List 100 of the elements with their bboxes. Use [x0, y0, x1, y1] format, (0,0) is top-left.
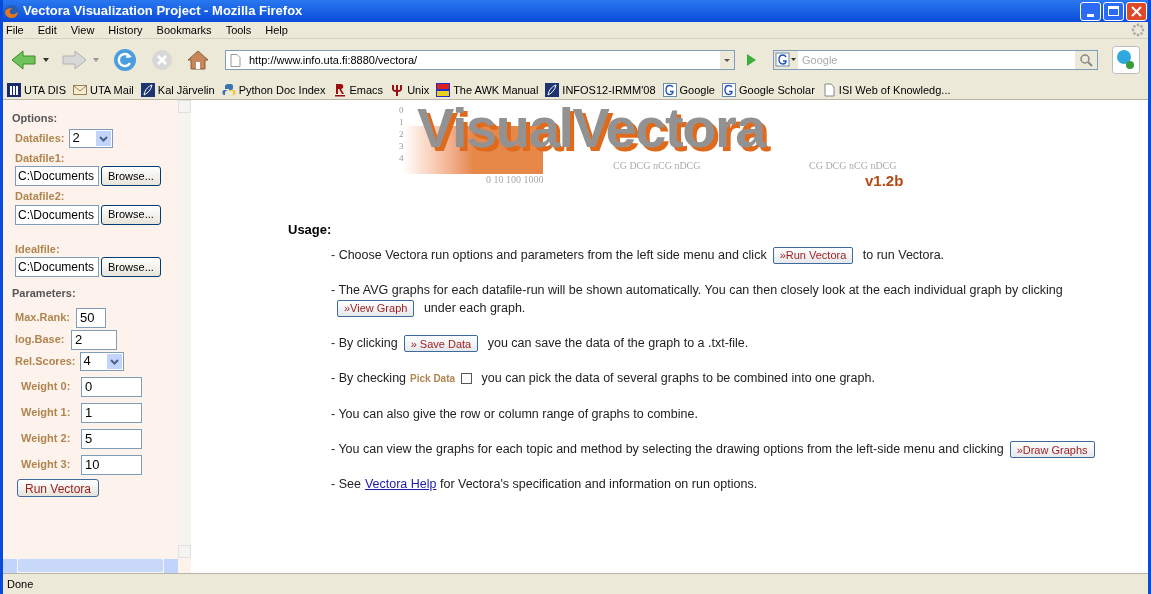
browse-button[interactable]: Browse... — [101, 257, 161, 277]
section-heading: Parameters: — [12, 286, 77, 301]
weight-field[interactable]: 5 — [81, 428, 142, 449]
menu-item[interactable]: Bookmarks — [156, 21, 212, 39]
file-path-field[interactable]: C:\Documents — [15, 257, 99, 277]
bookmark-item[interactable]: Python Doc Index — [221, 81, 326, 99]
file-path-field[interactable]: C:\Documents — [15, 166, 99, 186]
reload-icon[interactable] — [113, 48, 137, 72]
menu-item[interactable]: Tools — [225, 21, 252, 39]
usage-heading: Usage: — [288, 221, 333, 239]
bookmark-item[interactable]: ISI Web of Knowledg... — [821, 81, 951, 99]
dropdown[interactable]: 2 — [68, 128, 113, 148]
dropdown[interactable]: 4 — [79, 351, 124, 371]
instruction-text: - By clicking — [331, 335, 398, 350]
bookmark-item[interactable]: Kal Järvelin — [140, 81, 215, 99]
weight-field[interactable]: 10 — [81, 454, 142, 475]
run-button[interactable]: Run Vectora — [17, 478, 100, 497]
menu-item[interactable]: Edit — [37, 21, 57, 39]
logo-axis: 0 1 2 3 4 — [399, 104, 404, 164]
maximize-button[interactable] — [1103, 1, 1124, 21]
logo-legend: CG DCG nCG nDCG — [809, 158, 897, 173]
search-icon[interactable] — [1075, 51, 1097, 69]
leaf-icon — [545, 83, 560, 97]
field-label: log.Base: — [15, 332, 65, 348]
weight-field[interactable]: 1 — [81, 402, 142, 423]
field-label: Datafile1: — [15, 150, 66, 166]
bookmark-item[interactable]: Google — [662, 81, 715, 99]
page-button[interactable]: »Draw Graphs — [1009, 441, 1095, 459]
status-text: Done — [7, 576, 34, 592]
menu-item[interactable]: History — [108, 21, 143, 39]
instruction-text: you can save the data of the graph to a .txt-file. — [486, 335, 749, 350]
r-logo-icon — [332, 83, 347, 97]
chevron-down-icon — [106, 353, 122, 369]
horizontal-scrollbar[interactable] — [3, 558, 178, 573]
weight-field[interactable]: 0 — [81, 376, 142, 397]
pick-data-label: Pick Data — [410, 373, 456, 385]
window-title: Vectora Visualization Project - Mozilla Firefox — [23, 2, 303, 21]
instruction-text: under each graph. — [422, 300, 526, 315]
field-label: Datafile2: — [15, 189, 66, 204]
search-bar[interactable]: Google — [773, 50, 1098, 70]
checkbox[interactable] — [461, 373, 473, 385]
skype-icon[interactable] — [1112, 46, 1140, 74]
caret-icon[interactable] — [43, 58, 49, 62]
menu-item[interactable]: Help — [265, 21, 288, 39]
help-link[interactable]: Vectora Help — [364, 477, 437, 492]
field-label: Weight 2: — [21, 431, 72, 447]
instruction-text: - See — [331, 477, 361, 492]
log-base-field[interactable]: 2 — [71, 329, 117, 350]
browse-button[interactable]: Browse... — [101, 204, 161, 225]
instruction-text: - Choose Vectora run options and parameters from the left side menu and click — [331, 247, 767, 262]
page-button[interactable]: »Run Vectora — [772, 246, 854, 264]
instruction-text: for Vectora's specification and information on run options. — [438, 477, 758, 492]
logo-legend: CG DCG nCG nDCG — [613, 158, 701, 173]
field-label: Datafiles: — [15, 130, 65, 146]
field-label: Weight 1: — [21, 405, 72, 421]
page-icon — [230, 53, 241, 67]
browse-button[interactable]: Browse... — [101, 166, 161, 186]
flag-icon — [436, 83, 451, 97]
vertical-scrollbar[interactable] — [178, 100, 191, 558]
field-label: Weight 3: — [21, 457, 72, 473]
logo-version: v1.2b — [865, 171, 904, 191]
bookmark-item[interactable]: The AWK Manual — [436, 81, 539, 99]
menu-item[interactable]: View — [70, 21, 95, 39]
bookmark-item[interactable]: Unix — [390, 81, 430, 99]
instruction-text: to run Vectora. — [861, 247, 945, 262]
field-label: Weight 0: — [21, 379, 72, 395]
section-heading: Options: — [12, 111, 59, 126]
logo-word: Vectora — [572, 96, 766, 160]
home-icon[interactable] — [187, 49, 209, 71]
trident-icon — [390, 83, 405, 97]
page-button[interactable]: »View Graph — [337, 299, 415, 317]
close-icon — [1131, 5, 1142, 17]
g-logo-icon — [662, 83, 677, 97]
minimize-button[interactable] — [1080, 1, 1101, 21]
field-label: Idealfile: — [15, 241, 61, 257]
firefox-icon — [4, 3, 19, 19]
search-field[interactable]: Google — [798, 51, 1075, 69]
g-logo-icon — [722, 83, 736, 97]
max-rank-field[interactable]: 50 — [76, 307, 107, 328]
instruction-text: you can pick the data of several graphs to be combined into one graph. — [480, 371, 875, 386]
bookmark-item[interactable]: UTA Mail — [73, 81, 134, 99]
field-label: Max.Rank: — [15, 310, 71, 326]
file-path-field[interactable]: C:\Documents — [15, 204, 99, 225]
leaf-icon — [140, 83, 155, 97]
back-arrow-icon[interactable] — [11, 49, 37, 71]
page-button[interactable]: » Save Data — [403, 335, 479, 353]
bookmark-item[interactable]: Google Scholar — [722, 81, 815, 99]
bookmark-item[interactable]: UTA DIS — [7, 81, 66, 99]
bookmark-item[interactable]: Emacs — [332, 81, 384, 99]
address-bar[interactable]: http://www.info.uta.fi:8880/vectora/ — [225, 50, 735, 70]
instruction-text: - You can view the graphs for each topic and method by selecting the drawing options from the left-side menu and clicking — [331, 442, 1004, 457]
throbber-icon — [1131, 23, 1145, 37]
g-logo-icon[interactable] — [774, 51, 798, 69]
instruction-text: - By checking — [331, 371, 407, 386]
menu-item[interactable]: File — [6, 21, 24, 39]
field-label: Rel.Scores: — [15, 353, 76, 369]
chevron-down-icon — [95, 130, 111, 146]
bookmark-item[interactable]: INFOS12-IRMM'08 — [545, 81, 656, 99]
close-button[interactable] — [1126, 1, 1147, 21]
building-icon — [7, 83, 21, 97]
